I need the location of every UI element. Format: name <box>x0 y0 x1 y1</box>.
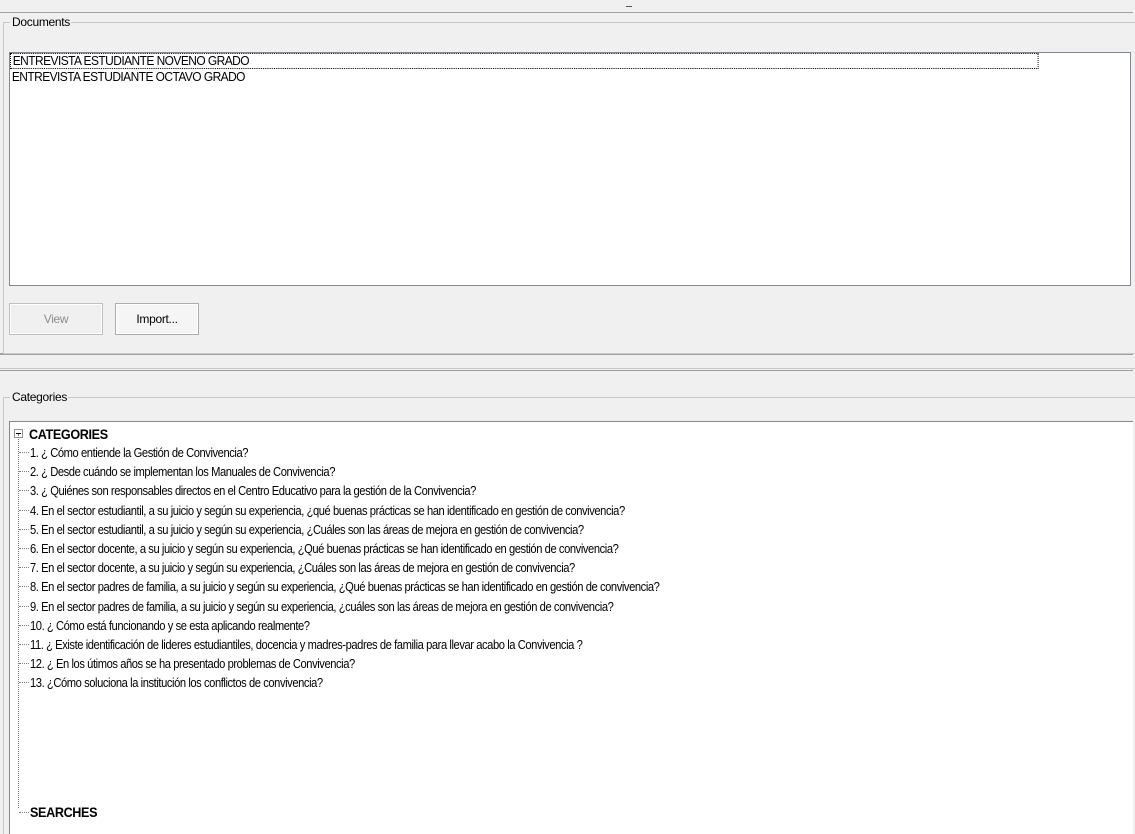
category-label[interactable]: 2. ¿ Desde cuándo se implementan los Man… <box>30 462 335 481</box>
category-label[interactable]: 12. ¿ En los útimos años se ha presentad… <box>30 654 355 673</box>
tree-node-label[interactable]: CATEGORIES <box>29 425 108 443</box>
categories-tree[interactable]: CATEGORIES 1. ¿ Cómo entiende la Gestión… <box>9 421 1133 834</box>
document-item[interactable]: ENTREVISTA ESTUDIANTE NOVENO GRADO <box>10 53 1039 69</box>
category-label[interactable]: 5. En el sector estudiantil, a su juicio… <box>30 520 584 539</box>
view-button[interactable]: View <box>9 303 103 335</box>
category-label[interactable]: 3. ¿ Quiénes son responsables directos e… <box>30 481 476 500</box>
documents-list[interactable]: ENTREVISTA ESTUDIANTE NOVENO GRADO ENTRE… <box>9 52 1131 286</box>
import-button[interactable]: Import... <box>115 303 199 335</box>
categories-group-label: Categories <box>10 390 69 404</box>
category-label[interactable]: 10. ¿ Cómo está funcionando y se esta ap… <box>30 616 310 635</box>
splitter-grip[interactable] <box>626 6 632 7</box>
category-label[interactable]: 6. En el sector docente, a su juicio y s… <box>30 539 619 558</box>
category-label[interactable]: 9. En el sector padres de familia, a su … <box>30 597 614 616</box>
category-label[interactable]: 1. ¿ Cómo entiende la Gestión de Convive… <box>30 443 248 462</box>
panel-splitter[interactable] <box>0 356 1135 369</box>
tree-node-label[interactable]: SEARCHES <box>30 803 97 821</box>
documents-group-label: Documents <box>10 15 71 29</box>
category-label[interactable]: 4. En el sector estudiantil, a su juicio… <box>30 501 625 520</box>
top-strip <box>0 0 1135 12</box>
category-label[interactable]: 13. ¿Cómo soluciona la institución los c… <box>30 673 323 692</box>
qualitative-analysis-window: Documents ENTREVISTA ESTUDIANTE NOVENO G… <box>0 0 1135 834</box>
category-label[interactable]: 7. En el sector docente, a su juicio y s… <box>30 558 575 577</box>
category-label[interactable]: 8. En el sector padres de familia, a su … <box>30 577 660 596</box>
document-item[interactable]: ENTREVISTA ESTUDIANTE OCTAVO GRADO <box>10 69 1040 85</box>
category-label[interactable]: 11. ¿ Existe identificación de lideres e… <box>30 635 583 654</box>
